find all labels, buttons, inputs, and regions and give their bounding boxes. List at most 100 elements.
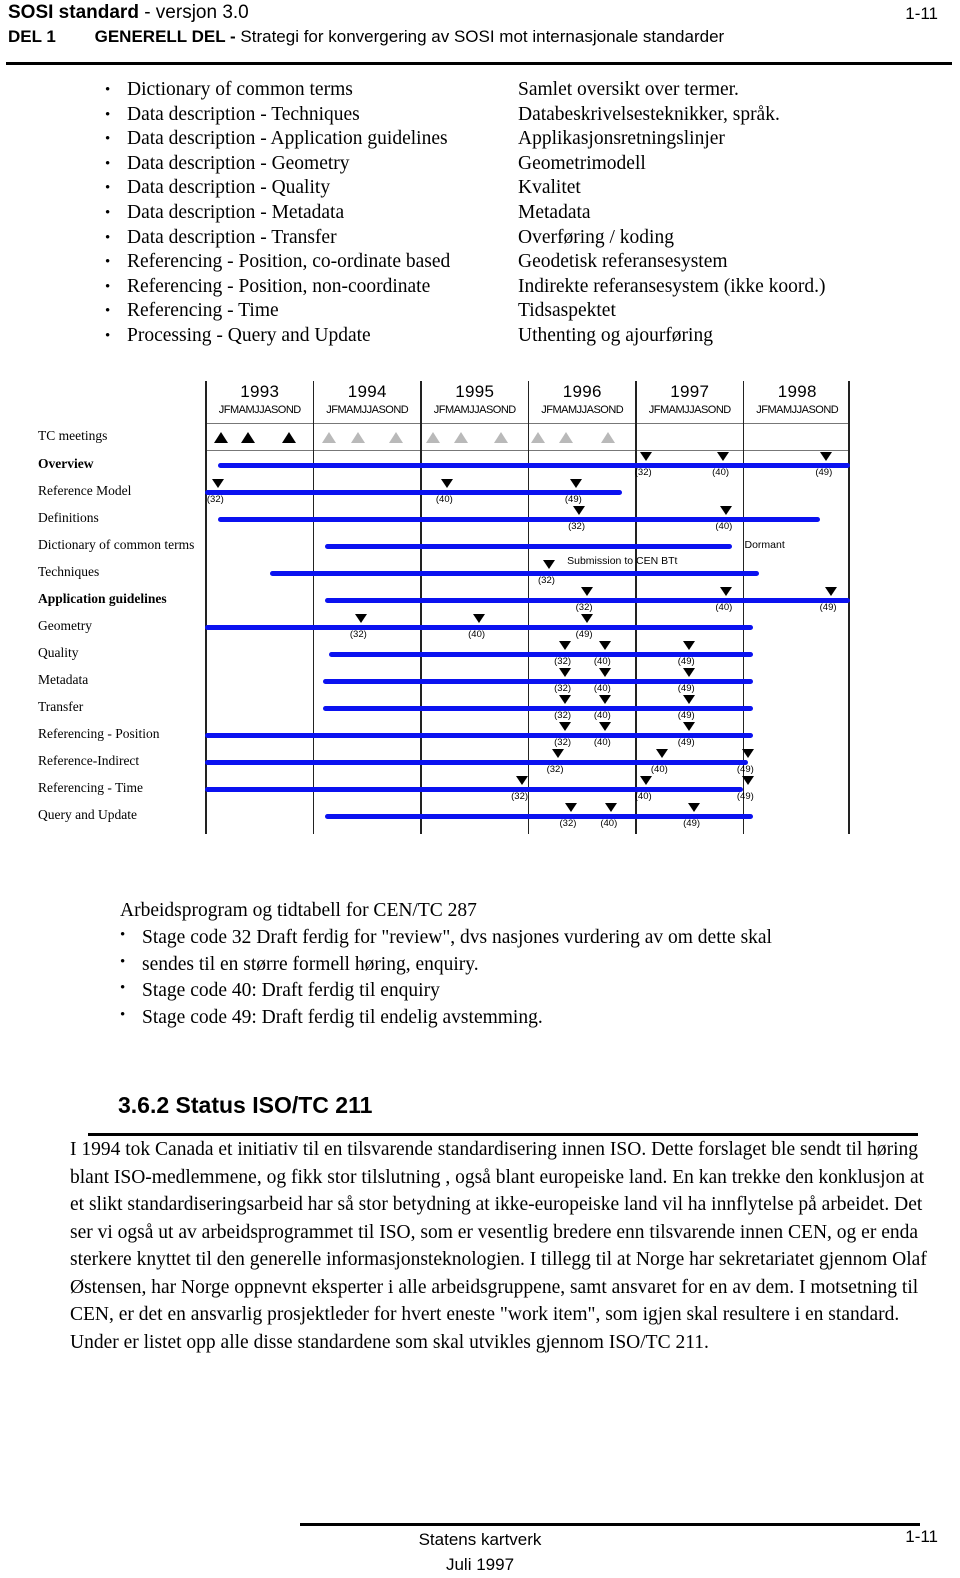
milestone-marker-icon bbox=[516, 776, 529, 785]
milestone-stage-code: (32) bbox=[349, 629, 367, 640]
milestone-marker-icon bbox=[682, 695, 695, 704]
milestone-stage-code: (32) bbox=[538, 575, 555, 586]
milestone-stage-code: (32) bbox=[554, 656, 572, 667]
term-row: • Data description - Quality Kvalitet bbox=[0, 176, 960, 201]
milestone-stage-code: (40) bbox=[593, 683, 611, 694]
term-norwegian: Kvalitet bbox=[518, 177, 581, 199]
milestone-marker-icon bbox=[573, 506, 586, 515]
milestone-marker-icon bbox=[741, 776, 754, 785]
milestone-marker-icon bbox=[569, 479, 582, 488]
term-row: • Data description - Geometry Geometrimode… bbox=[0, 152, 960, 177]
gantt-year-header: 1995 JFMAMJJASOND bbox=[420, 381, 529, 423]
milestone-stage-code: (40) bbox=[593, 710, 611, 721]
document-title-bold: SOSI standard bbox=[8, 2, 139, 23]
gantt-month-labels: JFMAMJJASOND bbox=[326, 404, 409, 416]
tc-meeting-marker-icon bbox=[531, 432, 546, 443]
footer-organization: Statens kartverk bbox=[418, 1530, 542, 1549]
term-list: • Dictionary of common terms Samlet oversi… bbox=[0, 78, 960, 349]
header-page-number: 1-11 bbox=[905, 4, 938, 23]
gantt-year-header: 1996 JFMAMJJASOND bbox=[527, 381, 637, 423]
milestone-stage-code: (32) bbox=[568, 521, 585, 532]
term-norwegian: Samlet oversikt over termer. bbox=[518, 79, 739, 100]
milestone-marker-icon bbox=[354, 614, 367, 623]
milestone-stage-code: (40) bbox=[593, 656, 611, 667]
milestone-stage-code: (40) bbox=[650, 764, 668, 775]
milestone-marker-icon bbox=[720, 506, 733, 515]
milestone-marker-icon bbox=[717, 452, 730, 461]
bullet-icon: • bbox=[120, 927, 126, 943]
gantt-annotation: Dormant bbox=[744, 539, 785, 551]
gantt-row-label: Overview bbox=[38, 456, 94, 471]
gantt-row-label: Referencing - Position bbox=[38, 726, 160, 741]
gantt-plot-area: 1993 JFMAMJJASOND 1994 JFMAMJJASOND 1995 JFMA… bbox=[205, 381, 850, 851]
document-title: SOSI standard - versjon 3.0 bbox=[8, 2, 249, 24]
milestone-stage-code: (40) bbox=[634, 791, 652, 802]
term-norwegian: Overføring / koding bbox=[518, 226, 674, 248]
gantt-month-labels: JFMAMJJASOND bbox=[756, 404, 839, 416]
footer-divider bbox=[300, 1523, 920, 1526]
term-norwegian: Uthenting og ajourføring bbox=[518, 324, 713, 346]
term-row: • Data description - Application guidelin… bbox=[0, 127, 960, 152]
term-row: • Data description - Techniques Databeskri… bbox=[0, 103, 960, 128]
milestone-stage-code: (40) bbox=[715, 521, 733, 532]
gantt-year-header: 1994 JFMAMJJASOND bbox=[312, 381, 422, 423]
term-row: • Data description - Transfer Overføring /… bbox=[0, 226, 960, 251]
milestone-stage-code: (32) bbox=[634, 467, 652, 478]
term-norwegian: Tidsaspektet bbox=[518, 300, 616, 322]
gantt-row-label: Referencing - Time bbox=[38, 780, 143, 795]
gantt-gridline-year bbox=[527, 381, 530, 834]
milestone-stage-code: (32) bbox=[554, 710, 572, 721]
milestone-stage-code: (49) bbox=[736, 791, 754, 802]
gantt-year-label: 1993 bbox=[240, 382, 280, 401]
tc-meeting-marker-icon bbox=[389, 432, 404, 443]
gantt-bar bbox=[217, 463, 850, 468]
part-label: DEL 1 bbox=[8, 27, 56, 46]
gantt-year-label: 1995 bbox=[455, 382, 495, 401]
milestone-marker-icon bbox=[473, 614, 486, 623]
term-row: • Processing - Query and Update Uthenting … bbox=[0, 324, 960, 349]
gantt-gridline-year bbox=[312, 381, 315, 834]
bullet-icon: • bbox=[120, 1006, 126, 1023]
milestone-marker-icon bbox=[639, 452, 652, 461]
gantt-gridline-year bbox=[635, 381, 637, 834]
tc-meeting-marker-icon bbox=[281, 432, 296, 443]
gantt-month-labels: JFMAMJJASOND bbox=[218, 404, 301, 416]
bullet-icon: • bbox=[105, 204, 111, 221]
bullet-icon: • bbox=[105, 327, 111, 344]
term-norwegian: Indirekte referansesystem (ikke koord.) bbox=[518, 275, 826, 297]
tc-meeting-marker-icon bbox=[493, 432, 508, 443]
milestone-stage-code: (32) bbox=[511, 791, 529, 802]
milestone-stage-code: (40) bbox=[435, 494, 453, 505]
term-norwegian: Applikasjonsretningslinjer bbox=[518, 128, 725, 150]
milestone-stage-code: (32) bbox=[206, 494, 224, 505]
milestone-marker-icon bbox=[598, 722, 611, 731]
gantt-year-header: 1998 JFMAMJJASOND bbox=[742, 381, 852, 423]
term-row: • Data description - Metadata Metadata bbox=[0, 201, 960, 226]
milestone-marker-icon bbox=[682, 668, 695, 677]
part-heading: DEL 1 GENERELL DEL - Strategi for konver… bbox=[8, 27, 724, 47]
gantt-bar bbox=[205, 733, 754, 738]
term-english: Referencing - Position, non-coordinate bbox=[127, 275, 431, 297]
milestone-marker-icon bbox=[598, 668, 611, 677]
gantt-year-label: 1997 bbox=[670, 382, 710, 401]
bullet-icon: • bbox=[120, 953, 126, 970]
gantt-year-label: 1998 bbox=[777, 382, 817, 401]
milestone-stage-code: (49) bbox=[575, 629, 593, 640]
term-english: Data description - Techniques bbox=[127, 103, 360, 125]
bullet-icon: • bbox=[105, 254, 111, 271]
tc-meeting-marker-icon bbox=[425, 432, 440, 443]
section-heading: 3.6.2 Status ISO/TC 211 bbox=[118, 1092, 373, 1118]
term-row: • Dictionary of common terms Samlet oversi… bbox=[0, 78, 960, 103]
milestone-marker-icon bbox=[682, 722, 695, 731]
gantt-month-labels: JFMAMJJASOND bbox=[541, 404, 624, 416]
footer-date: Juli 1997 bbox=[445, 1555, 515, 1574]
milestone-marker-icon bbox=[559, 641, 572, 650]
gantt-row-label: Reference-Indirect bbox=[38, 753, 140, 768]
bullet-icon: • bbox=[105, 106, 111, 123]
milestone-marker-icon bbox=[559, 668, 572, 677]
term-row: • Referencing - Time Tidsaspektet bbox=[0, 299, 960, 324]
milestone-stage-code: (49) bbox=[819, 602, 837, 613]
bullet-icon: • bbox=[105, 303, 111, 320]
milestone-marker-icon bbox=[551, 749, 564, 758]
term-english: Dictionary of common terms bbox=[127, 79, 353, 100]
